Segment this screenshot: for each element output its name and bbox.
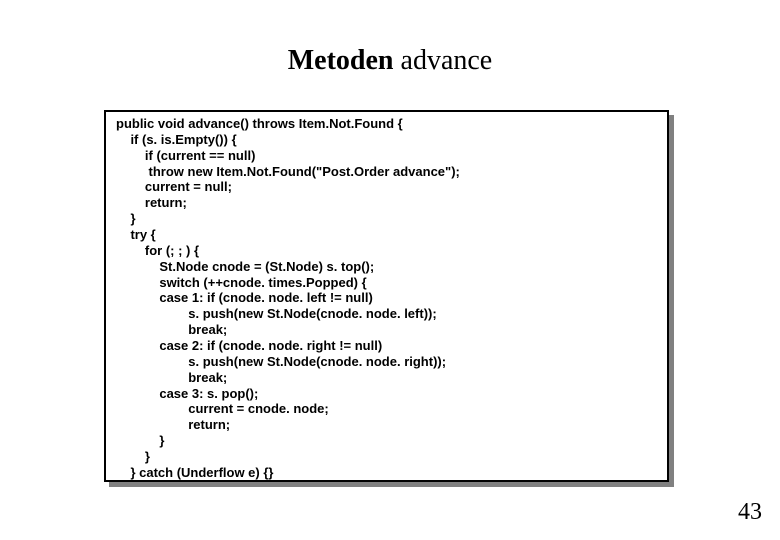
title-bold: Metoden [288, 45, 394, 76]
code-box: public void advance() throws Item.Not.Fo… [104, 110, 669, 482]
title-normal: advance [394, 45, 493, 76]
code-content: public void advance() throws Item.Not.Fo… [116, 116, 460, 482]
slide: Metoden advance public void advance() th… [0, 0, 780, 540]
page-number: 43 [738, 499, 762, 526]
slide-title: Metoden advance [0, 0, 780, 97]
